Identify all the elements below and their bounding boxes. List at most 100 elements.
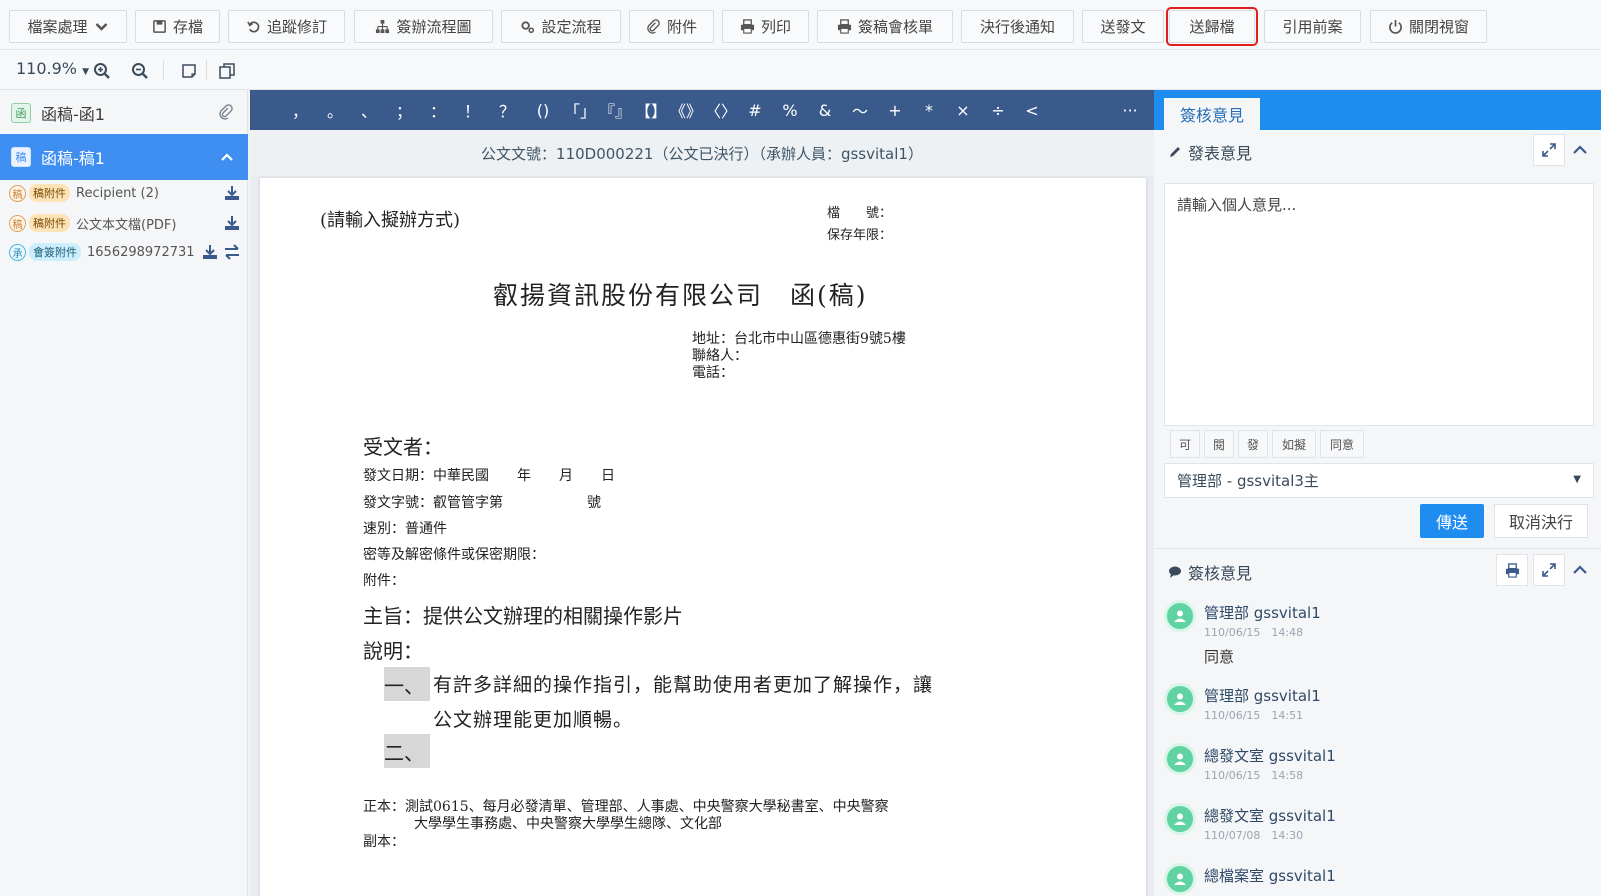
secrecy-line: 密等及解密條件或保密期限： xyxy=(363,547,545,563)
expand-button[interactable] xyxy=(1533,134,1565,166)
opinion-placeholder: 請輸入個人意見... xyxy=(1177,196,1297,214)
subject-line: 主旨：提供公文辦理的相關操作影片 xyxy=(363,604,683,628)
symbol-button[interactable]: 『』 xyxy=(599,90,631,130)
item-text: 有許多詳細的操作指引，能幫助使用者更加了解操作，讓 xyxy=(433,674,934,696)
expand-button[interactable] xyxy=(1533,554,1565,586)
symbol-button[interactable]: & xyxy=(810,90,840,130)
notify-after-decision-button[interactable]: 決行後通知 xyxy=(961,10,1074,43)
send-button[interactable]: 傳送 xyxy=(1420,504,1484,538)
quick-phrase-button[interactable]: 閱 xyxy=(1204,430,1234,458)
opinion-author: 管理部 gssvital1 xyxy=(1204,604,1321,622)
quick-phrase-button[interactable]: 可 xyxy=(1170,430,1200,458)
download-icon[interactable] xyxy=(202,244,218,260)
print-button[interactable]: 列印 xyxy=(722,10,809,43)
zoom-level-value: 110.9% xyxy=(16,59,78,78)
attachment-item[interactable]: 承 會簽附件 1656298972731 xyxy=(0,237,248,267)
attachment-name: 公文本文檔(PDF) xyxy=(76,217,177,233)
toolbar-divider xyxy=(206,60,207,80)
close-window-button[interactable]: 關閉視窗 xyxy=(1370,10,1487,43)
comments-icon xyxy=(1168,565,1182,579)
swap-icon[interactable] xyxy=(224,244,240,260)
send-document-button[interactable]: 送發文 xyxy=(1082,10,1164,43)
print-opinions-button[interactable] xyxy=(1496,554,1528,586)
section-divider xyxy=(1154,548,1601,549)
track-changes-button[interactable]: 追蹤修訂 xyxy=(228,10,345,43)
send-archive-button[interactable]: 送歸檔 xyxy=(1166,7,1258,46)
sitemap-icon xyxy=(375,19,390,34)
download-icon[interactable] xyxy=(224,215,240,231)
item-text: 公文辦理能更加順暢。 xyxy=(433,709,634,731)
symbol-button[interactable]: × xyxy=(948,90,978,130)
flow-chart-button[interactable]: 簽辦流程圖 xyxy=(354,10,493,43)
draft-circle-icon: 稿 xyxy=(9,214,26,232)
undo-icon xyxy=(246,19,261,34)
symbol-button[interactable]: < xyxy=(1017,90,1047,130)
caret-down-icon: ▼ xyxy=(82,67,90,77)
power-icon xyxy=(1388,19,1403,34)
cite-previous-button[interactable]: 引用前案 xyxy=(1264,10,1361,43)
symbol-button[interactable]: 「」 xyxy=(564,90,596,130)
attachment-item[interactable]: 稿 稿附件 Recipient (2) xyxy=(0,178,248,208)
gears-icon xyxy=(520,19,535,34)
save-label: 存檔 xyxy=(172,18,203,36)
copy-icon[interactable] xyxy=(218,62,236,80)
opinion-textarea[interactable]: 請輸入個人意見... xyxy=(1164,183,1594,426)
attachment-tag: 會簽附件 xyxy=(29,243,81,261)
more-symbols-button[interactable]: ··· xyxy=(1115,90,1145,130)
opinion-item: 管理部 gssvital1 110/06/15 14:51 xyxy=(1164,683,1584,733)
symbol-button[interactable]: + xyxy=(880,90,910,130)
set-flow-button[interactable]: 設定流程 xyxy=(501,10,621,43)
tab-review-opinions[interactable]: 簽核意見 xyxy=(1164,98,1260,130)
symbol-button[interactable]: () xyxy=(528,90,558,130)
chevron-up-icon[interactable] xyxy=(220,150,234,164)
attachment-item[interactable]: 稿 稿附件 公文本文檔(PDF) xyxy=(0,208,248,238)
doc-item-letter1[interactable]: 函 函稿-函1 xyxy=(0,90,248,136)
save-button[interactable]: 存檔 xyxy=(135,10,220,43)
quick-phrase-button[interactable]: 發 xyxy=(1238,430,1268,458)
attachment-button[interactable]: 附件 xyxy=(629,10,714,43)
symbol-button[interactable]: ； xyxy=(389,90,419,130)
symbol-button[interactable]: ， xyxy=(285,90,315,130)
opinion-time: 110/06/15 14:58 xyxy=(1204,769,1304,782)
collapse-icon[interactable] xyxy=(1572,142,1588,158)
symbol-button[interactable]: ！ xyxy=(457,90,487,130)
zoom-out-icon[interactable] xyxy=(131,62,149,80)
symbol-button[interactable]: ～ xyxy=(845,90,875,130)
file-menu-label: 檔案處理 xyxy=(27,18,88,36)
quick-phrase-button[interactable]: 同意 xyxy=(1320,430,1364,458)
avatar xyxy=(1164,683,1196,715)
quick-phrase-button[interactable]: 如擬 xyxy=(1272,430,1316,458)
symbol-button[interactable]: ？ xyxy=(492,90,522,130)
paperclip-icon[interactable] xyxy=(218,104,234,120)
symbol-button[interactable]: ÷ xyxy=(983,90,1013,130)
symbol-button[interactable]: % xyxy=(775,90,805,130)
department-select[interactable]: 管理部 - gssvital3主 ▼ xyxy=(1164,463,1594,498)
explanation-label: 說明： xyxy=(363,639,423,663)
symbol-button[interactable]: 。 xyxy=(320,90,350,130)
document-page[interactable]: (請輸入擬辦方式) 檔 號： 保存年限： 叡揚資訊股份有限公司 函(稿) 地址：… xyxy=(260,178,1146,896)
symbol-button[interactable]: 、 xyxy=(354,90,384,130)
zoom-in-icon[interactable] xyxy=(93,62,111,80)
fit-page-icon[interactable] xyxy=(180,62,198,80)
symbol-button[interactable]: 《》 xyxy=(670,90,702,130)
symbol-button[interactable]: ： xyxy=(423,90,453,130)
download-icon[interactable] xyxy=(224,185,240,201)
collapse-icon[interactable] xyxy=(1572,562,1588,578)
symbol-button[interactable]: * xyxy=(914,90,944,130)
handling-method-field[interactable]: (請輸入擬辦方式) xyxy=(320,206,460,232)
symbol-button[interactable]: 【】 xyxy=(635,90,667,130)
symbol-toolbar: ， 。 、 ； ： ！ ？ () 「」 『』 【】 《》 〈〉 # % & ～ … xyxy=(250,90,1154,130)
review-sheet-button[interactable]: 簽稿會核單 xyxy=(817,10,953,43)
recipient-label: 受文者： xyxy=(363,435,443,459)
expand-icon xyxy=(1542,563,1556,577)
doc-item-draft1[interactable]: 稿 函稿-稿1 xyxy=(0,134,248,180)
cancel-decision-label: 取消決行 xyxy=(1508,513,1573,532)
file-menu-dropdown[interactable]: 檔案處理 xyxy=(9,10,127,43)
symbol-button[interactable]: # xyxy=(740,90,770,130)
zoom-level-dropdown[interactable]: 110.9% ▼ xyxy=(16,59,89,78)
print-label: 列印 xyxy=(760,18,791,36)
pencil-icon xyxy=(1168,145,1182,159)
symbol-button[interactable]: 〈〉 xyxy=(705,90,737,130)
cancel-decision-button[interactable]: 取消決行 xyxy=(1494,504,1588,538)
opinion-author: 管理部 gssvital1 xyxy=(1204,687,1321,705)
